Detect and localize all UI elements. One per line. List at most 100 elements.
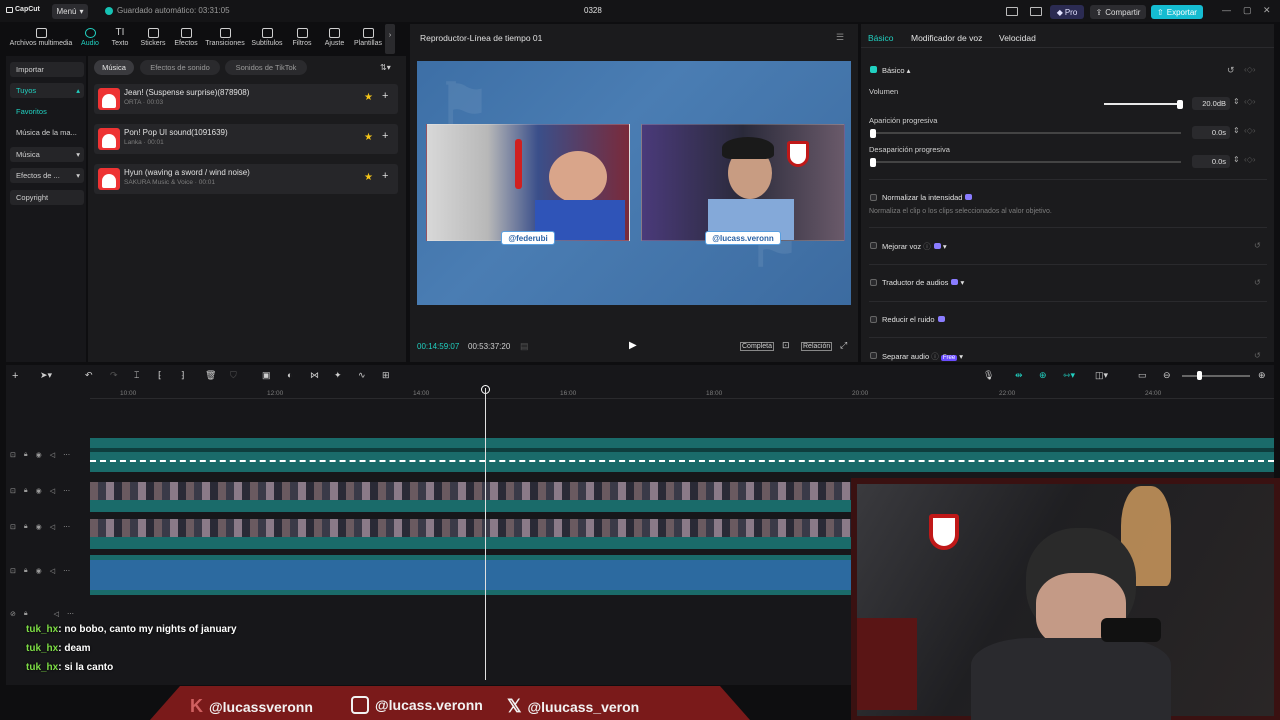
normalize-checkbox[interactable] <box>870 194 877 201</box>
split-right-icon[interactable]: ⁆ <box>181 370 185 381</box>
video-canvas[interactable]: ⚑ ⚑ @federubi @lucass.veronn <box>417 61 851 305</box>
list-item[interactable]: Pon! Pop UI sound(1091639) Lanka · 00:01… <box>94 124 398 154</box>
tab-voice-changer[interactable]: Modificador de voz <box>911 33 982 43</box>
maximize-icon[interactable]: ▢ <box>1243 5 1252 16</box>
close-icon[interactable]: ✕ <box>1263 5 1271 16</box>
reset-icon[interactable]: ↺ <box>1254 278 1261 287</box>
list-item[interactable]: Jean! (Suspense surprise)(878908) ORTA ·… <box>94 84 398 114</box>
split-icon[interactable]: ⌶ <box>134 370 139 381</box>
tools-scroll-right[interactable]: › <box>385 24 395 54</box>
star-icon[interactable]: ★ <box>364 132 373 143</box>
eye-icon[interactable]: ◉ <box>36 523 42 531</box>
sidebar-item-favorites[interactable]: Favoritos <box>10 104 84 119</box>
noise-reduction-checkbox[interactable] <box>870 316 877 323</box>
sidebar-item-copyright[interactable]: Copyright <box>10 190 84 205</box>
sidebar-item-sound-effects[interactable]: Efectos de ... ▾ <box>10 168 84 183</box>
stepper-icon[interactable]: ⇕ <box>1233 155 1240 164</box>
more-icon[interactable]: ⋯ <box>63 567 70 575</box>
lock-icon[interactable]: 🔒︎ <box>24 610 28 618</box>
tool-adjust[interactable]: Ajuste <box>318 24 351 54</box>
timeline-clip[interactable] <box>90 555 856 595</box>
pro-button[interactable]: ◆ Pro <box>1050 5 1084 19</box>
fullscreen-icon[interactable]: ⤢ <box>840 340 847 351</box>
zoom-in-icon[interactable]: ⊕ <box>1258 370 1266 381</box>
keyframe-icon[interactable]: ‹◇› <box>1244 126 1255 135</box>
volume-value[interactable]: 20.0dB <box>1192 97 1230 110</box>
menu-button[interactable]: Menú ▾ <box>52 4 88 19</box>
mask-icon[interactable]: ◐ <box>287 370 292 380</box>
noise-reduction-option[interactable]: Reducir el ruido <box>882 315 945 324</box>
lock-icon[interactable]: 🔒︎ <box>24 487 28 495</box>
shortcuts-icon[interactable] <box>1030 7 1042 16</box>
zoom-slider-knob[interactable] <box>1197 371 1202 380</box>
tab-music[interactable]: Música <box>94 60 134 75</box>
star-icon[interactable]: ★ <box>364 92 373 103</box>
lock-icon[interactable]: 🔒︎ <box>24 451 28 459</box>
keyframe-icon[interactable]: ‹◇› <box>1244 97 1255 106</box>
add-icon[interactable]: + <box>382 90 388 102</box>
complete-button[interactable]: Completa <box>740 342 774 351</box>
sidebar-item-yours[interactable]: Tuyos ▴ <box>10 83 84 98</box>
tool-media[interactable]: Archivos multimedia <box>6 24 76 54</box>
fade-out-value[interactable]: 0.0s <box>1192 155 1230 168</box>
tool-audio[interactable]: Audio <box>76 24 104 54</box>
reset-icon[interactable]: ↺ <box>1254 241 1261 250</box>
star-icon[interactable]: ★ <box>364 172 373 183</box>
stepper-icon[interactable]: ⇕ <box>1233 97 1240 106</box>
preview-axis-icon[interactable]: ◫▾ <box>1095 370 1108 381</box>
lock-icon[interactable]: 🔒︎ <box>24 523 28 531</box>
reset-icon[interactable]: ↺ <box>1227 65 1235 76</box>
layout-icon[interactable] <box>1006 7 1018 16</box>
timeline-clip[interactable] <box>90 519 856 549</box>
add-icon[interactable]: + <box>382 170 388 182</box>
delete-icon[interactable]: 🗑 <box>205 370 216 381</box>
tool-stickers[interactable]: Stickers <box>136 24 170 54</box>
enhance-voice-option[interactable]: Mejorar voz ⓘ ▾ <box>882 241 947 252</box>
share-button[interactable]: ⇪ Compartir <box>1090 5 1146 19</box>
eye-icon[interactable]: ◉ <box>36 567 42 575</box>
snap-icon[interactable]: ⇿▾ <box>1063 370 1075 381</box>
sort-icon[interactable]: ⇅▾ <box>380 63 391 72</box>
reset-icon[interactable]: ↺ <box>1254 351 1261 360</box>
more-icon[interactable]: ⋯ <box>63 451 70 459</box>
tool-filters[interactable]: Filtros <box>286 24 318 54</box>
fade-in-value[interactable]: 0.0s <box>1192 126 1230 139</box>
eye-icon[interactable]: ◉ <box>36 487 42 495</box>
time-ruler[interactable]: 10:00 12:00 14:00 16:00 18:00 20:00 22:0… <box>90 387 1274 399</box>
magic-icon[interactable]: ✦ <box>334 370 342 381</box>
separate-audio-option[interactable]: Separar audio ⓘ Free ▾ <box>882 351 963 362</box>
enhance-voice-checkbox[interactable] <box>870 242 877 249</box>
speaker-icon[interactable]: ◁ <box>54 610 59 618</box>
tab-tiktok-sounds[interactable]: Sonidos de TikTok <box>225 60 307 75</box>
expand-icon[interactable]: ⊡ <box>10 451 16 459</box>
speaker-icon[interactable]: ◁ <box>50 451 55 459</box>
crop-icon[interactable]: ⊡ <box>782 340 790 351</box>
translate-option[interactable]: Traductor de audios ▾ <box>882 278 964 287</box>
fade-in-track[interactable] <box>871 132 1181 134</box>
speaker-icon[interactable]: ◁ <box>50 487 55 495</box>
lock-icon[interactable]: 🔒︎ <box>24 567 28 575</box>
separate-audio-checkbox[interactable] <box>870 352 877 359</box>
expand-icon[interactable]: ⊡ <box>10 523 16 531</box>
keyframe-icon[interactable]: ‹◇› <box>1244 155 1255 164</box>
tab-basic[interactable]: Básico <box>868 33 894 43</box>
ratio-button[interactable]: Relación <box>801 342 833 351</box>
stepper-icon[interactable]: ⇕ <box>1233 126 1240 135</box>
tool-transitions[interactable]: Transiciones <box>202 24 248 54</box>
timeline-clip[interactable] <box>90 438 1274 472</box>
translate-checkbox[interactable] <box>870 279 877 286</box>
play-icon[interactable]: ▶ <box>629 340 637 351</box>
tool-effects[interactable]: Efectos <box>170 24 202 54</box>
sidebar-item-music[interactable]: Música ▾ <box>10 147 84 162</box>
export-button[interactable]: ⇧ Exportar <box>1151 5 1203 19</box>
more-icon[interactable]: ⋯ <box>67 610 74 618</box>
timeline-clip[interactable] <box>90 482 856 512</box>
basic-checkbox[interactable] <box>870 66 877 73</box>
caption-icon[interactable]: ▭ <box>1138 370 1147 381</box>
expand-icon[interactable]: ⊡ <box>10 567 16 575</box>
volume-knob[interactable] <box>1177 100 1184 109</box>
shield-icon[interactable]: ⛉ <box>230 370 237 381</box>
link-icon[interactable]: ⇹ <box>1015 370 1023 381</box>
more-icon[interactable]: ⋯ <box>63 487 70 495</box>
split-left-icon[interactable]: ⁅ <box>158 370 162 381</box>
